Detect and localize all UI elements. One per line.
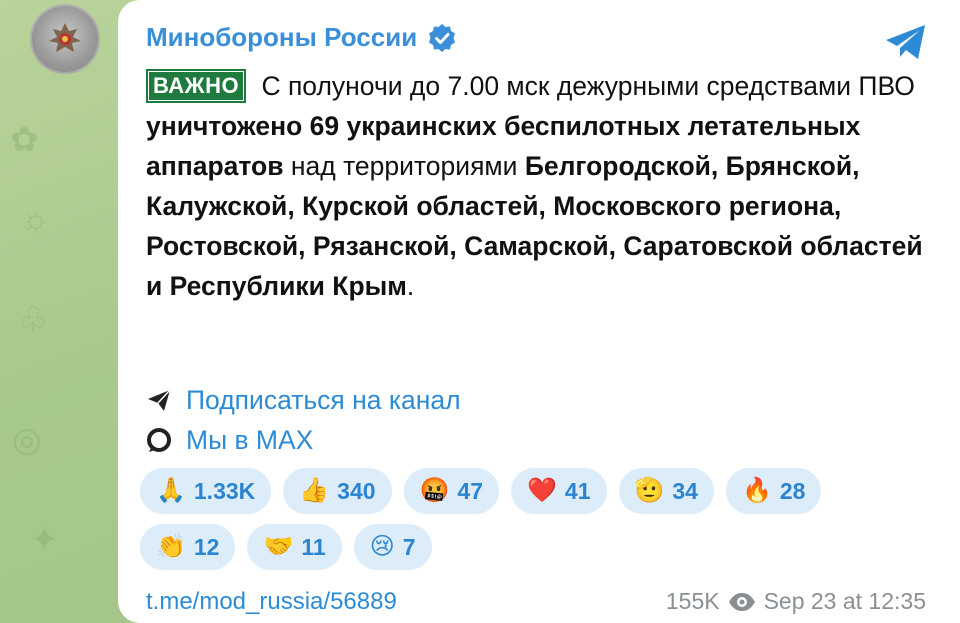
- reaction-count: 340: [337, 477, 376, 504]
- reaction-crying[interactable]: 😢 7: [353, 524, 432, 570]
- crying-face-emoji-icon: 😢: [369, 533, 395, 560]
- post-timestamp: Sep 23 at 12:35: [763, 588, 926, 614]
- post-text: ВАЖНО С полуночи до 7.00 мск дежурными с…: [146, 66, 936, 306]
- subscribe-link-label[interactable]: Подписаться на канал: [186, 385, 461, 416]
- subscribe-link[interactable]: Подписаться на канал: [146, 380, 461, 420]
- heart-emoji-icon: ❤️: [527, 477, 557, 504]
- reaction-count: 7: [402, 533, 416, 560]
- post-link[interactable]: t.me/mod_russia/56889: [146, 588, 397, 616]
- message-header: Минобороны России: [146, 22, 457, 53]
- reaction-salute[interactable]: 🫡 34: [618, 468, 714, 514]
- important-badge: ВАЖНО: [146, 69, 247, 103]
- reaction-fire[interactable]: 🔥 28: [725, 468, 822, 514]
- wallpaper-doodle: ☼: [20, 200, 52, 238]
- reaction-count: 47: [457, 477, 484, 504]
- post-segment: С полуночи до 7.00 мск дежурными средств…: [254, 71, 915, 101]
- message-bubble: Минобороны России ВАЖНО С полуночи до 7.…: [118, 0, 960, 623]
- max-link-label[interactable]: Мы в MAX: [186, 425, 313, 456]
- wallpaper-doodle: ✿: [10, 121, 39, 159]
- reaction-count: 1.33K: [193, 477, 256, 504]
- telegram-plane-icon[interactable]: [884, 22, 928, 62]
- post-meta: 155K Sep 23 at 12:35: [666, 588, 926, 615]
- thumbs-up-emoji-icon: 👍: [299, 477, 330, 504]
- channel-links: Подписаться на канал Мы в MAX: [146, 380, 461, 460]
- max-logo-icon: [147, 428, 171, 452]
- reaction-count: 34: [672, 477, 698, 504]
- reaction-clap[interactable]: 👏 12: [140, 524, 236, 570]
- handshake-emoji-icon: 🤝: [263, 533, 294, 560]
- reaction-count: 12: [193, 533, 220, 560]
- clap-emoji-icon: 👏: [156, 533, 186, 560]
- reaction-count: 41: [564, 477, 591, 504]
- channel-avatar[interactable]: [30, 4, 100, 74]
- reaction-pray[interactable]: 🙏 1.33K: [140, 468, 272, 514]
- post-segment: .: [406, 271, 415, 301]
- reaction-thumbs-up[interactable]: 👍 340: [283, 468, 392, 514]
- reactions-row: 🙏 1.33K 👍 340 🤬 47 ❤️ 41 🫡 34 🔥 28: [140, 468, 940, 514]
- fire-emoji-icon: 🔥: [741, 477, 772, 504]
- channel-name[interactable]: Минобороны России: [146, 22, 417, 53]
- reaction-cursing[interactable]: 🤬 47: [403, 468, 500, 514]
- wallpaper-doodle: ✦: [30, 521, 59, 559]
- reaction-count: 28: [779, 477, 806, 504]
- verified-badge-icon: [429, 23, 456, 52]
- salute-emoji-icon: 🫡: [634, 477, 665, 504]
- cursing-face-emoji-icon: 🤬: [419, 477, 450, 504]
- reaction-heart[interactable]: ❤️ 41: [511, 468, 607, 514]
- max-link[interactable]: Мы в MAX: [146, 420, 461, 460]
- wallpaper-doodle: ◎: [12, 421, 42, 459]
- pray-emoji-icon: 🙏: [156, 477, 186, 504]
- reaction-handshake[interactable]: 🤝 11: [247, 524, 342, 570]
- send-arrow-icon: [148, 389, 171, 411]
- eye-icon: [728, 592, 755, 611]
- wallpaper-doodle: ♧: [18, 301, 49, 339]
- reactions-panel: 🙏 1.33K 👍 340 🤬 47 ❤️ 41 🫡 34 🔥 28 👏 12 …: [140, 468, 940, 580]
- view-count: 155K: [665, 588, 720, 614]
- reactions-row: 👏 12 🤝 11 😢 7: [140, 524, 940, 570]
- post-segment: над территориями: [283, 151, 525, 181]
- reaction-count: 11: [301, 533, 326, 560]
- mod-emblem-icon: [49, 23, 81, 52]
